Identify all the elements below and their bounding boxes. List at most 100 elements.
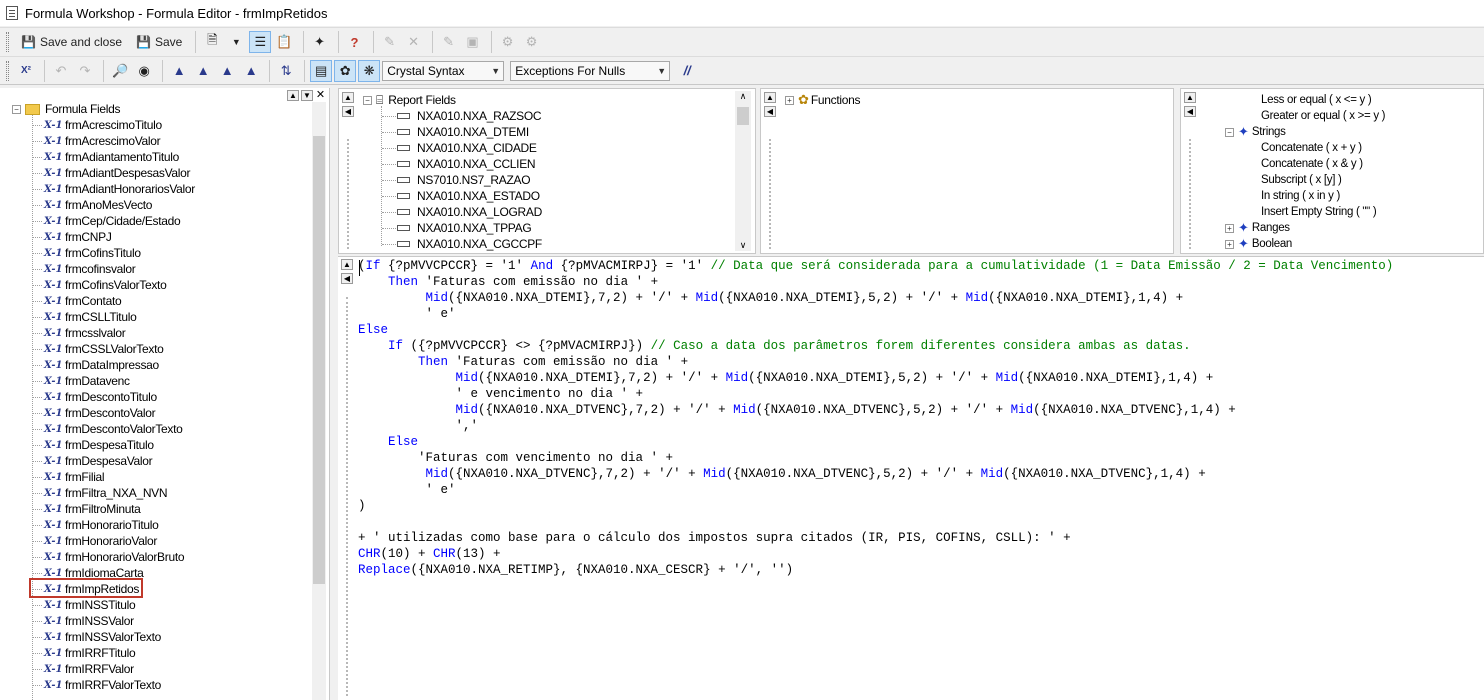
formula-item[interactable]: X-1 frmDespesaValor [44,453,153,469]
save-and-close-button[interactable]: 💾 Save and close [15,31,128,53]
tree-scrollbar[interactable] [312,102,326,700]
new-dropdown-button[interactable]: ▼ [225,31,247,53]
sort-tree-button[interactable]: ⇅ [275,60,297,82]
previous-bookmark-button[interactable]: ▲ [216,60,238,82]
toggle-bookmark-button[interactable]: ▲ [168,60,190,82]
show-fields-button[interactable]: ▤ [310,59,333,82]
toggle-tree-button[interactable]: ☰ [249,31,272,53]
operator-item[interactable]: Subscript ( x [y] ) [1261,172,1342,188]
formula-item[interactable]: X-1 frmHonorarioValorBruto [44,549,185,565]
next-bookmark-button[interactable]: ▲ [192,60,214,82]
new-formula-button[interactable]: 🗎 [201,31,223,53]
save-button[interactable]: 💾 Save [130,31,188,53]
operator-item[interactable]: Greater or equal ( x >= y ) [1261,108,1386,124]
formula-item[interactable]: X-1 frmDescontoValor [44,405,156,421]
panel-mini-scroll[interactable]: ▲ ◀ [342,92,354,132]
report-field-item[interactable]: NXA010.NXA_CCLIEN [397,156,536,172]
formula-item[interactable]: X-1 frmCSSLValorTexto [44,341,164,357]
editor-mini-scroll[interactable]: ▲ ◀ [341,259,353,289]
collapse-icon[interactable]: − [1225,127,1234,137]
tree-scrollbar-thumb[interactable] [313,136,325,584]
formula-item[interactable]: X-1 frmCofinsTitulo [44,245,141,261]
formula-item[interactable]: X-1 frmDataImpressao [44,357,159,373]
collapse-icon[interactable]: − [363,95,372,105]
formula-item[interactable]: X-1 frmContato [44,293,122,309]
show-operators-button[interactable]: ❋ [358,59,381,82]
formula-item[interactable]: X-1 frmAcrescimoValor [44,133,161,149]
formula-item[interactable]: X-1 frmFiltroMinuta [44,501,141,517]
formula-item[interactable]: X-1 frmFiltra_NXA_NVN [44,485,168,501]
formula-item[interactable]: X-1 frmDescontoValorTexto [44,421,183,437]
comment-button[interactable]: // [676,60,698,82]
report-field-item[interactable]: NS7010.NS7_RAZAO [397,172,531,188]
report-field-item[interactable]: NXA010.NXA_DTEMI [397,124,529,140]
panel-mini-scroll[interactable]: ▲ ◀ [764,92,776,132]
formula-item[interactable]: X-1 frmIRRFValor [44,661,134,677]
formula-item[interactable]: X-1 frmAdiantamentoTitulo [44,149,179,165]
find-replace-button[interactable]: ◉ [133,60,155,82]
formula-item[interactable]: X-1 frmcsslvalor [44,325,126,341]
check-formula-button[interactable]: X² [15,60,37,82]
formula-item[interactable]: X-1 frmCSLLTitulo [44,309,137,325]
operator-category[interactable]: + ✦ Ranges [1225,220,1290,236]
expand-icon[interactable]: + [1225,223,1234,233]
report-fields-scrollbar[interactable]: ∧ ∨ [735,91,751,251]
formula-item[interactable]: X-1 frmDatavenc [44,373,130,389]
expand-icon[interactable]: + [1225,239,1234,249]
formula-item[interactable]: X-1 frmINSSValorTexto [44,629,161,645]
show-properties-button[interactable]: 📋 [273,31,295,53]
functions-root[interactable]: + ✿ Functions [785,92,861,108]
formula-item[interactable]: X-1 frmINSSValor [44,613,134,629]
browse-data-button[interactable]: 🔎 [109,60,131,82]
browse-button[interactable]: ▣ [462,31,484,53]
panel-mini-scroll[interactable]: ▲ ◀ [1184,92,1196,132]
expand-button[interactable]: ✎ [438,31,460,53]
expand-icon[interactable]: + [785,95,794,105]
formula-item[interactable]: X-1 frmDespesaTitulo [44,437,154,453]
collapse-icon[interactable]: − [12,104,21,114]
formula-item[interactable]: X-1 frmCNPJ [44,229,112,245]
formula-item[interactable]: X-1 frmINSSTitulo [44,597,136,613]
clear-bookmarks-button[interactable]: ▲ [240,60,262,82]
operator-item[interactable]: Less or equal ( x <= y ) [1261,92,1372,108]
scroll-down-arrow[interactable]: ▼ [301,89,313,101]
report-field-item[interactable]: NXA010.NXA_CGCCPF [397,236,542,252]
formula-item[interactable]: X-1 frmIRRFTitulo [44,645,136,661]
operator-item[interactable]: Insert Empty String ( "" ) [1261,204,1377,220]
report-fields-scrollbar-thumb[interactable] [737,107,749,125]
scroll-up-arrow[interactable]: ▲ [287,89,299,101]
formula-item[interactable]: X-1 frmIRRFValorTexto [44,677,161,693]
formula-item[interactable]: X-1 frmHonorarioTitulo [44,517,159,533]
show-functions-button[interactable]: ✿ [334,59,357,82]
formula-item[interactable]: X-1 frmCofinsValorTexto [44,277,167,293]
formula-item[interactable]: X-1 frmcofinsvalor [44,261,136,277]
report-field-item[interactable]: NXA010.NXA_LOGRAD [397,204,542,220]
settings2-button[interactable]: ⚙ [521,31,543,53]
undo-button[interactable]: ↶ [50,60,72,82]
chevron-down-icon[interactable]: ∨ [735,240,751,251]
report-field-item[interactable]: NXA010.NXA_ESTADO [397,188,540,204]
report-field-item[interactable]: NXA010.NXA_RAZSOC [397,108,542,124]
redo-button[interactable]: ↷ [74,60,96,82]
report-fields-root[interactable]: − ⌸ Report Fields [363,92,456,108]
operator-category[interactable]: − ✦ Strings [1225,124,1286,140]
syntax-select[interactable]: Crystal Syntax ▼ [382,60,505,81]
formula-item[interactable]: X-1 frmDescontoTitulo [44,389,157,405]
formula-item[interactable]: X-1 frmAdiantHonorariosValor [44,181,195,197]
formula-item[interactable]: X-1 frmHonorarioValor [44,533,157,549]
formula-item[interactable]: X-1 frmAcrescimoTitulo [44,117,162,133]
report-field-item[interactable]: NXA010.NXA_CIDADE [397,140,537,156]
rename-button[interactable]: ✎ [379,31,401,53]
formula-item[interactable]: X-1 frmAdiantDespesasValor [44,165,191,181]
splitter[interactable] [331,88,337,700]
delete-button[interactable]: ✕ [403,31,425,53]
chevron-up-icon[interactable]: ∧ [735,91,751,102]
operator-category[interactable]: + ✦ Boolean [1225,236,1292,252]
formula-item[interactable]: X-1 frmAnoMesVecto [44,197,152,213]
operator-item[interactable]: In string ( x in y ) [1261,188,1340,204]
formula-item[interactable]: X-1 frmFilial [44,469,105,485]
operator-item[interactable]: Concatenate ( x & y ) [1261,156,1363,172]
report-field-item[interactable]: NXA010.NXA_TPPAG [397,220,532,236]
formula-expert-button[interactable]: ✦ [309,31,331,53]
help-button[interactable]: ? [344,31,366,53]
